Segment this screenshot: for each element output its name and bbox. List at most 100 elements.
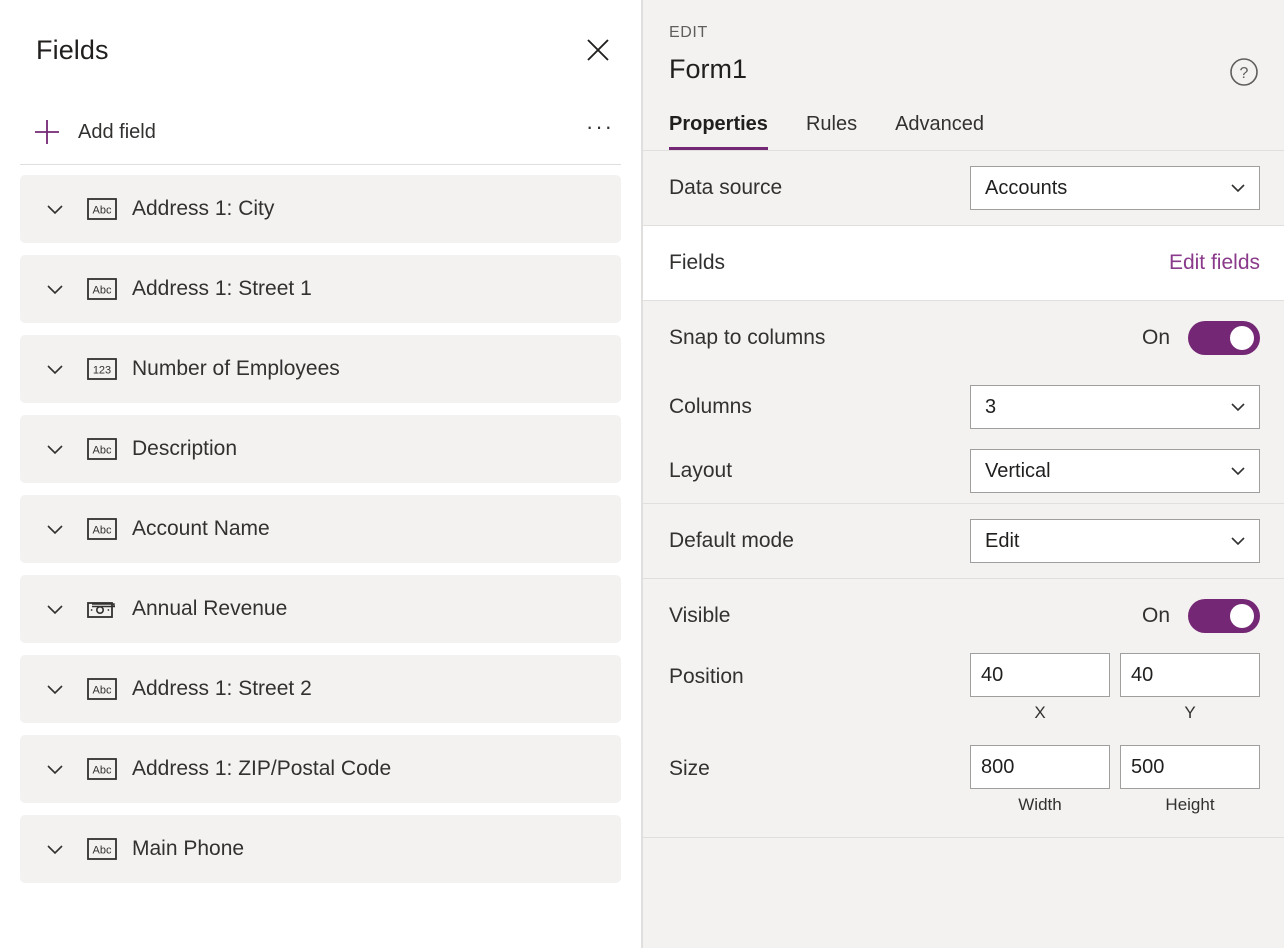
properties-panel-header: EDIT Form1 ? — [643, 0, 1284, 86]
tab-advanced[interactable]: Advanced — [895, 113, 984, 150]
list-item-label: Account Name — [132, 517, 270, 540]
size-width-field: Width — [970, 745, 1110, 815]
chevron-down-icon[interactable] — [42, 276, 68, 302]
chevron-down-icon[interactable] — [42, 596, 68, 622]
list-item[interactable]: Abc Address 1: ZIP/Postal Code — [20, 735, 621, 803]
svg-text:Abc: Abc — [93, 285, 112, 297]
chevron-down-icon[interactable] — [42, 676, 68, 702]
snap-to-columns-toggle-wrap: On — [1142, 321, 1260, 355]
position-y-input[interactable] — [1120, 653, 1260, 697]
chevron-down-icon — [1227, 396, 1249, 418]
layout-section: Snap to columns On Columns 3 Layout Vert… — [643, 301, 1284, 504]
size-height-caption: Height — [1165, 795, 1215, 814]
power-apps-editor: Fields Add field ··· Abc Address 1: City… — [0, 0, 1284, 948]
list-item[interactable]: Annual Revenue — [20, 575, 621, 643]
list-item[interactable]: Abc Account Name — [20, 495, 621, 563]
list-item[interactable]: Abc Main Phone — [20, 815, 621, 883]
size-inputs: Width Height — [970, 745, 1260, 815]
chevron-down-icon — [1227, 177, 1249, 199]
layout-value: Vertical — [985, 459, 1051, 482]
svg-text:Abc: Abc — [93, 685, 112, 697]
size-height-field: Height — [1120, 745, 1260, 815]
svg-text:Abc: Abc — [93, 845, 112, 857]
position-x-input[interactable] — [970, 653, 1110, 697]
position-label: Position — [669, 665, 744, 688]
toggle-knob — [1230, 604, 1254, 628]
toggle-knob — [1230, 326, 1254, 350]
chevron-down-icon[interactable] — [42, 516, 68, 542]
fields-section: Fields Edit fields — [643, 226, 1284, 301]
text-abc-icon: Abc — [86, 517, 118, 541]
size-row: Size Width Height — [643, 745, 1284, 837]
fields-panel: Fields Add field ··· Abc Address 1: City… — [0, 0, 643, 948]
data-source-row: Data source Accounts — [643, 151, 1284, 225]
list-item[interactable]: Abc Description — [20, 415, 621, 483]
layout-row: Layout Vertical — [643, 439, 1284, 503]
visible-label: Visible — [669, 604, 731, 627]
tab-rules[interactable]: Rules — [806, 113, 857, 150]
default-mode-select[interactable]: Edit — [970, 519, 1260, 563]
size-width-input[interactable] — [970, 745, 1110, 789]
list-item[interactable]: Abc Address 1: Street 1 — [20, 255, 621, 323]
default-mode-value: Edit — [985, 529, 1020, 552]
text-abc-icon: Abc — [86, 437, 118, 461]
data-source-value: Accounts — [985, 176, 1068, 199]
help-circle-icon[interactable]: ? — [1224, 52, 1264, 92]
position-row: Position X Y — [643, 653, 1284, 745]
chevron-down-icon[interactable] — [42, 196, 68, 222]
list-item-label: Address 1: City — [132, 197, 275, 220]
list-item[interactable]: 123 Number of Employees — [20, 335, 621, 403]
tab-properties[interactable]: Properties — [669, 113, 768, 150]
svg-text:Abc: Abc — [93, 765, 112, 777]
chevron-down-icon[interactable] — [42, 756, 68, 782]
list-item-label: Main Phone — [132, 837, 245, 860]
svg-text:?: ? — [1240, 65, 1249, 82]
position-y-caption: Y — [1184, 703, 1196, 722]
visible-row: Visible On — [643, 579, 1284, 653]
position-y-field: Y — [1120, 653, 1260, 723]
number-123-icon: 123 — [86, 357, 118, 381]
chevron-down-icon[interactable] — [42, 436, 68, 462]
data-source-section: Data source Accounts — [643, 151, 1284, 226]
text-abc-icon: Abc — [86, 197, 118, 221]
list-item[interactable]: Abc Address 1: Street 2 — [20, 655, 621, 723]
add-field-label[interactable]: Add field — [78, 121, 156, 144]
visibility-geometry-section: Visible On Position X — [643, 579, 1284, 838]
svg-text:Abc: Abc — [93, 445, 112, 457]
columns-row: Columns 3 — [643, 375, 1284, 439]
more-options-icon[interactable]: ··· — [583, 115, 617, 149]
snap-to-columns-state: On — [1141, 326, 1170, 349]
add-field-row[interactable]: Add field ··· — [0, 100, 641, 164]
svg-text:Abc: Abc — [93, 205, 112, 217]
snap-to-columns-toggle[interactable] — [1188, 321, 1260, 355]
columns-select[interactable]: 3 — [970, 385, 1260, 429]
visible-toggle[interactable] — [1188, 599, 1260, 633]
plus-icon[interactable] — [30, 115, 64, 149]
list-item[interactable]: Abc Address 1: City — [20, 175, 621, 243]
list-item-label: Number of Employees — [132, 357, 340, 380]
chevron-down-icon[interactable] — [42, 356, 68, 382]
position-x-field: X — [970, 653, 1110, 723]
fields-list: Abc Address 1: City Abc Address 1: Stree… — [0, 165, 641, 948]
currency-icon — [86, 597, 118, 621]
properties-tabs: Properties Rules Advanced — [643, 105, 1284, 151]
layout-select[interactable]: Vertical — [970, 449, 1260, 493]
text-abc-icon: Abc — [86, 757, 118, 781]
close-icon[interactable] — [579, 31, 617, 69]
selected-control-title: Form1 — [669, 54, 748, 84]
fields-row: Fields Edit fields — [643, 226, 1284, 300]
data-source-label: Data source — [669, 176, 783, 199]
data-source-select[interactable]: Accounts — [970, 166, 1260, 210]
chevron-down-icon — [1227, 530, 1249, 552]
default-mode-section: Default mode Edit — [643, 504, 1284, 579]
chevron-down-icon[interactable] — [42, 836, 68, 862]
text-abc-icon: Abc — [86, 277, 118, 301]
visible-toggle-wrap: On — [1142, 599, 1260, 633]
default-mode-row: Default mode Edit — [643, 504, 1284, 578]
position-x-caption: X — [1034, 703, 1046, 722]
fields-label: Fields — [669, 251, 726, 274]
svg-text:123: 123 — [93, 365, 111, 377]
edit-fields-link[interactable]: Edit fields — [1169, 251, 1260, 275]
visible-state: On — [1141, 604, 1170, 627]
size-height-input[interactable] — [1120, 745, 1260, 789]
